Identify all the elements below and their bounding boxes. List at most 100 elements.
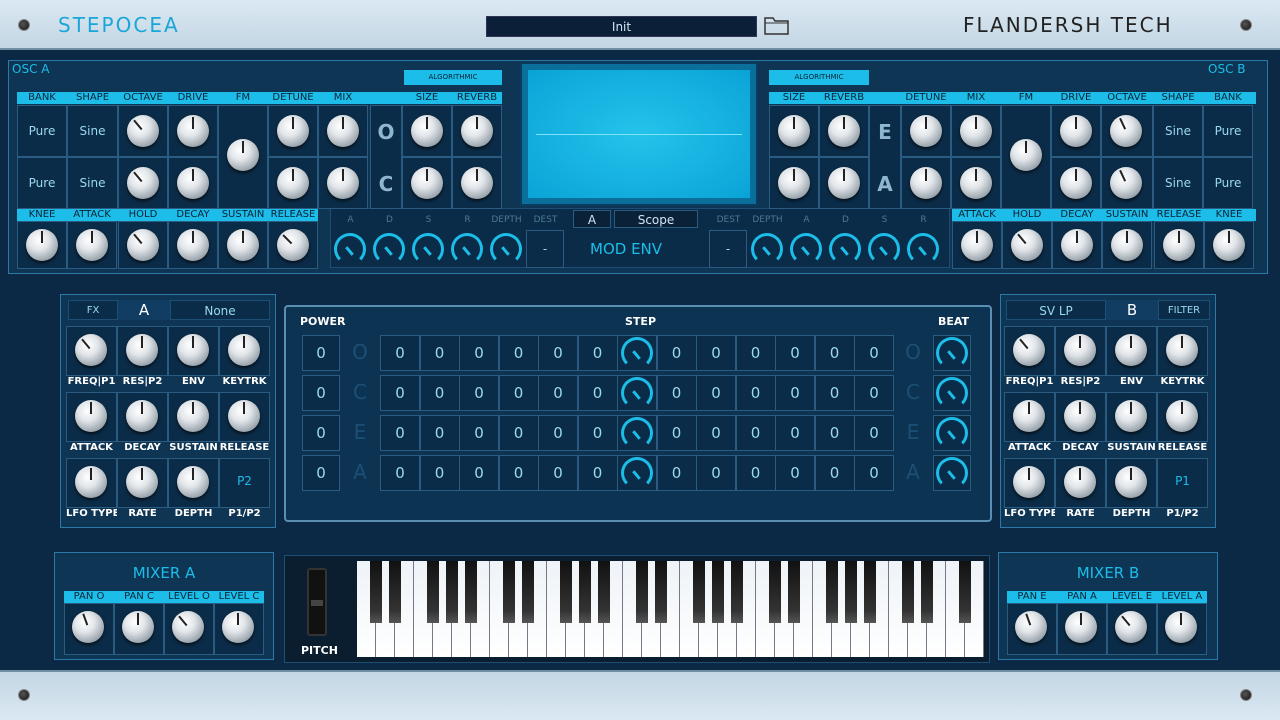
step-cell[interactable]: 0 — [419, 335, 460, 371]
osc-a-detune-knob[interactable] — [277, 167, 309, 199]
fx-a-knob-1-0[interactable] — [75, 400, 107, 432]
black-key[interactable] — [693, 561, 705, 623]
step-cell[interactable]: 0 — [814, 335, 855, 371]
step-cell[interactable]: 0 — [577, 375, 618, 411]
fx-b-knob-1-0[interactable] — [1013, 400, 1045, 432]
fx-a-knob-0-1[interactable] — [126, 334, 158, 366]
osc-a-mix-knob[interactable] — [327, 167, 359, 199]
osc-b-reverb-knob[interactable] — [828, 167, 860, 199]
step-cell[interactable]: 0 — [696, 375, 736, 411]
osc-b-fm-knob[interactable] — [1010, 139, 1042, 171]
step-cell[interactable]: 0 — [854, 455, 894, 491]
osc-b-reverb-knob[interactable] — [828, 115, 860, 147]
step-cell[interactable]: 0 — [854, 415, 894, 451]
black-key[interactable] — [959, 561, 971, 623]
fx-b-knob-0-2[interactable] — [1115, 334, 1147, 366]
algorithmic-a-button[interactable]: ALGORITHMIC — [404, 70, 502, 85]
fx-a-knob-2-1[interactable] — [126, 466, 158, 498]
beat-ring-knob[interactable] — [936, 417, 968, 449]
osc-b-size-knob[interactable] — [778, 115, 810, 147]
osc-a-mix-knob[interactable] — [327, 115, 359, 147]
osc-b-octave-knob[interactable] — [1110, 115, 1142, 147]
fx-b-knob-2-0[interactable] — [1013, 466, 1045, 498]
osc-a-drive-knob[interactable] — [177, 167, 209, 199]
step-cell[interactable]: 0 — [419, 415, 460, 451]
black-key[interactable] — [465, 561, 477, 623]
osc-b-detune-knob[interactable] — [910, 115, 942, 147]
black-key[interactable] — [712, 561, 724, 623]
black-key[interactable] — [579, 561, 591, 623]
osc-b-drive-knob[interactable] — [1060, 167, 1092, 199]
scope-button[interactable]: Scope — [614, 210, 698, 228]
step-cell[interactable]: 0 — [538, 455, 578, 491]
osc-a-release-knob[interactable] — [277, 229, 309, 261]
osc-a-drive-knob[interactable] — [177, 115, 209, 147]
black-key[interactable] — [864, 561, 876, 623]
power-cell[interactable]: 0 — [302, 375, 340, 411]
fx-b-select[interactable]: B — [1106, 300, 1158, 320]
osc-b-attack-knob[interactable] — [961, 229, 993, 261]
preset-display[interactable]: Init — [486, 16, 757, 37]
fx-a-knob-2-2[interactable] — [177, 466, 209, 498]
fx-a-effect[interactable]: None — [170, 300, 270, 320]
folder-icon[interactable] — [764, 15, 789, 35]
step-cell[interactable]: 0 — [380, 455, 420, 491]
step-cell[interactable]: 0 — [735, 415, 776, 451]
osc-a-hold-knob[interactable] — [127, 229, 159, 261]
osc-b-mix-knob[interactable] — [960, 167, 992, 199]
black-key[interactable] — [598, 561, 610, 623]
mod-env-right-ring-knob[interactable] — [829, 233, 861, 265]
black-key[interactable] — [636, 561, 648, 623]
pitch-wheel[interactable] — [307, 568, 327, 636]
step-cell[interactable]: 0 — [380, 375, 420, 411]
step-cell[interactable]: 0 — [419, 455, 460, 491]
black-key[interactable] — [560, 561, 572, 623]
algorithmic-b-button[interactable]: ALGORITHMIC — [769, 70, 869, 85]
step-cell[interactable]: 0 — [380, 335, 420, 371]
black-key[interactable] — [921, 561, 933, 623]
step-cell[interactable]: 0 — [696, 335, 736, 371]
mod-env-right-ring-knob[interactable] — [751, 233, 783, 265]
black-key[interactable] — [788, 561, 800, 623]
osc-b-size-knob[interactable] — [778, 167, 810, 199]
mod-env-left-ring-knob[interactable] — [334, 233, 366, 265]
mixer-a-knob-3[interactable] — [222, 611, 254, 643]
step-cell[interactable]: 0 — [459, 455, 499, 491]
step-cell[interactable]: 0 — [577, 455, 618, 491]
step-cell[interactable]: 0 — [735, 455, 776, 491]
fx-b-knob-0-0[interactable] — [1013, 334, 1045, 366]
step-cell[interactable]: 0 — [498, 335, 539, 371]
black-key[interactable] — [389, 561, 401, 623]
black-key[interactable] — [902, 561, 914, 623]
step-cell[interactable]: 0 — [577, 335, 618, 371]
step-cell[interactable]: 0 — [459, 415, 499, 451]
osc-a-decay-knob[interactable] — [177, 229, 209, 261]
step-cell[interactable]: 0 — [498, 375, 539, 411]
osc-b-hold-knob[interactable] — [1011, 229, 1043, 261]
mod-env-left-ring-knob[interactable] — [373, 233, 405, 265]
mod-env-left-ring-knob[interactable] — [412, 233, 444, 265]
fx-a-select[interactable]: A — [118, 300, 170, 320]
step-cell[interactable]: 0 — [656, 415, 697, 451]
step-cell[interactable]: 0 — [854, 375, 894, 411]
step-cell[interactable]: 0 — [814, 455, 855, 491]
fx-a-knob-0-2[interactable] — [177, 334, 209, 366]
fx-a-knob-1-2[interactable] — [177, 400, 209, 432]
black-key[interactable] — [655, 561, 667, 623]
step-cell[interactable]: 0 — [696, 455, 736, 491]
fx-a-knob-1-1[interactable] — [126, 400, 158, 432]
mixer-a-knob-0[interactable] — [72, 611, 104, 643]
osc-a-fm-knob[interactable] — [227, 139, 259, 171]
osc-b-drive-knob[interactable] — [1060, 115, 1092, 147]
step-cell[interactable]: 0 — [538, 375, 578, 411]
mod-env-right-ring-knob[interactable] — [907, 233, 939, 265]
osc-a-size-knob[interactable] — [411, 167, 443, 199]
fx-b-knob-1-2[interactable] — [1115, 400, 1147, 432]
mixer-b-knob-0[interactable] — [1015, 611, 1047, 643]
power-cell[interactable]: 0 — [302, 455, 340, 491]
fx-a-knob-2-0[interactable] — [75, 466, 107, 498]
osc-b-detune-knob[interactable] — [910, 167, 942, 199]
beat-ring-knob[interactable] — [936, 337, 968, 369]
osc-a-octave-knob[interactable] — [127, 167, 159, 199]
fx-a-knob-0-3[interactable] — [228, 334, 260, 366]
